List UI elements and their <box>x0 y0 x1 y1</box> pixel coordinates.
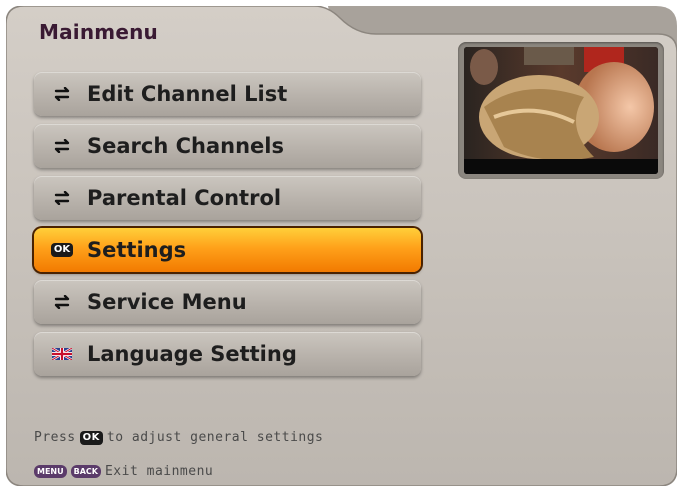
menu-item-service-menu[interactable]: Service Menu <box>34 280 421 324</box>
main-menu-panel: Mainmenu Edit Channel List Search Channe… <box>6 6 677 486</box>
help-prefix: Press <box>34 430 76 445</box>
arrow-swap-icon <box>51 87 73 101</box>
menu-item-label: Settings <box>87 238 187 262</box>
menu-item-label: Edit Channel List <box>87 82 288 106</box>
arrow-swap-icon <box>51 191 73 205</box>
menu-item-edit-channel-list[interactable]: Edit Channel List <box>34 72 421 116</box>
menu-item-label: Service Menu <box>87 290 247 314</box>
uk-flag-icon <box>51 347 73 361</box>
video-frame-image <box>464 47 658 174</box>
menu-item-parental-control[interactable]: Parental Control <box>34 176 421 220</box>
exit-text: Exit mainmenu <box>104 464 214 479</box>
tv-preview-video <box>464 47 658 174</box>
menu-item-language-setting[interactable]: Language Setting <box>34 332 421 376</box>
tv-preview-frame <box>458 42 664 179</box>
help-text: Press OK to adjust general settings <box>34 430 323 445</box>
menu-item-label: Language Setting <box>87 342 297 366</box>
arrow-swap-icon <box>51 139 73 153</box>
menu-key-icon: MENU <box>34 465 67 478</box>
menu-item-label: Search Channels <box>87 134 284 158</box>
page-title: Mainmenu <box>39 20 158 44</box>
back-key-icon: BACK <box>70 465 101 478</box>
help-suffix: to adjust general settings <box>106 430 324 445</box>
arrow-swap-icon <box>51 295 73 309</box>
exit-hint: MENU BACK Exit mainmenu <box>34 464 213 479</box>
ok-key-icon: OK <box>79 430 103 445</box>
ok-badge: OK <box>50 243 74 257</box>
menu-item-search-channels[interactable]: Search Channels <box>34 124 421 168</box>
menu-item-label: Parental Control <box>87 186 282 210</box>
menu-item-settings[interactable]: OK Settings <box>34 228 421 272</box>
ok-icon: OK <box>50 243 74 257</box>
main-menu-list: Edit Channel List Search Channels Parent… <box>34 72 421 384</box>
